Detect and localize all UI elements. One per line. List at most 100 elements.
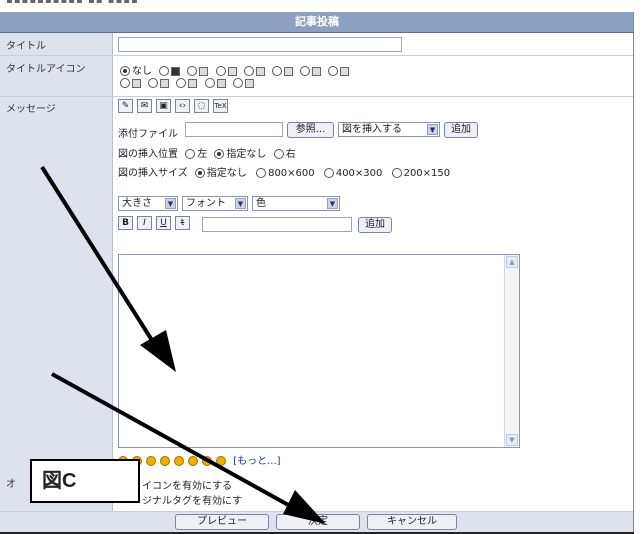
color-value: 色	[256, 198, 266, 209]
size-none-label: 指定なし	[206, 168, 247, 179]
title-icon-radio[interactable]	[271, 66, 282, 76]
chevron-down-icon: ▼	[165, 198, 176, 209]
size-400-label: 400×300	[335, 168, 383, 179]
right-border	[633, 12, 634, 532]
sheet-icon	[227, 66, 237, 76]
insert-figure-select[interactable]: 図を挿入する ▼	[338, 122, 440, 137]
title-input[interactable]	[118, 37, 402, 52]
divider	[0, 55, 634, 56]
position-row: 図の挿入位置 左 指定なし 右	[118, 145, 296, 160]
italic-button[interactable]: I	[137, 216, 152, 230]
size-400-radio[interactable]	[323, 168, 334, 178]
sheet-icon	[255, 66, 265, 76]
title-icon-radio[interactable]	[243, 66, 254, 76]
message-toolbar: ✎ ✉ ▣ ‹› ◌ TeX	[118, 99, 232, 113]
preview-button[interactable]: プレビュー	[175, 514, 269, 530]
window-icon	[216, 78, 226, 88]
code-icon[interactable]: ‹›	[175, 99, 190, 113]
format-buttons: BIUt	[118, 216, 194, 230]
speech-bubble-icon[interactable]: ◌	[194, 99, 209, 113]
strike-button[interactable]: t	[175, 216, 190, 230]
window-icon	[244, 78, 254, 88]
title-icon-none-label: なし	[132, 66, 152, 77]
emoji-icon[interactable]	[160, 456, 170, 466]
size-row: 図の挿入サイズ 指定なし 800×600 400×300 200×150	[118, 164, 450, 179]
window-icon	[132, 78, 141, 88]
top-strip: ▪▪▪▪▪▪▪▪▪▪ ▪▪ ▪▪▪▪	[0, 0, 642, 12]
title-icon-radio[interactable]	[187, 66, 198, 76]
insert-figure-value: 図を挿入する	[342, 124, 402, 135]
size-none-radio[interactable]	[194, 168, 205, 178]
title-icon-radio[interactable]	[204, 78, 215, 88]
size-200-label: 200×150	[403, 168, 451, 179]
message-textarea[interactable]: ▲ ▼	[118, 254, 520, 448]
font-family-select[interactable]: フォント ▼	[182, 196, 248, 211]
faint-heading: ▪▪▪▪▪▪▪▪▪▪ ▪▪ ▪▪▪▪	[6, 0, 139, 6]
title-icon-options-row1: なし	[120, 62, 353, 77]
scrollbar[interactable]: ▲ ▼	[504, 255, 519, 447]
option-tag-label: ジナルタグを有効にす	[142, 496, 243, 507]
title-icon-radio[interactable]	[159, 66, 170, 76]
option-icon-label: イコンを有効にする	[142, 481, 233, 492]
message-label: メッセージ	[6, 104, 56, 115]
size-200-radio[interactable]	[391, 168, 402, 178]
format-add-button[interactable]: 追加	[358, 217, 392, 233]
position-left-radio[interactable]	[185, 149, 196, 159]
title-label: タイトル	[6, 41, 46, 52]
pen-icon[interactable]: ✎	[118, 99, 133, 113]
cancel-button[interactable]: キャンセル	[367, 514, 457, 530]
mail-icon[interactable]: ✉	[137, 99, 152, 113]
chevron-down-icon: ▼	[427, 124, 438, 135]
position-label: 図の挿入位置	[118, 149, 178, 160]
emoji-icon[interactable]	[216, 456, 226, 466]
size-800-label: 800×600	[268, 168, 315, 179]
position-right-label: 右	[285, 149, 296, 160]
options-label: オ	[6, 479, 16, 490]
color-select[interactable]: 色 ▼	[252, 196, 340, 211]
grid-icon	[312, 66, 322, 76]
title-icon-label: タイトルアイコン	[6, 64, 86, 75]
title-icon-radio[interactable]	[176, 78, 187, 88]
emoji-icon[interactable]	[146, 456, 156, 466]
title-icon-radio[interactable]	[215, 66, 226, 76]
title-icon-none-radio[interactable]	[120, 66, 130, 76]
position-left-label: 左	[197, 149, 208, 160]
emoji-icon[interactable]	[174, 456, 184, 466]
submit-button[interactable]: 決定	[276, 514, 360, 530]
title-icon-radio[interactable]	[148, 78, 159, 88]
tex-icon[interactable]: TeX	[213, 99, 228, 113]
title-icon-radio[interactable]	[232, 78, 243, 88]
option-icon-row: イコンを有効にする	[142, 477, 232, 492]
scroll-up-icon[interactable]: ▲	[506, 256, 518, 268]
title-icon-radio[interactable]	[120, 78, 130, 88]
position-none-label: 指定なし	[226, 149, 267, 160]
font-size-select[interactable]: 大きさ ▼	[118, 196, 178, 211]
attach-add-button[interactable]: 追加	[444, 122, 478, 138]
browse-button[interactable]: 参照...	[287, 122, 334, 138]
exclaim-icon	[171, 66, 181, 76]
image-icon[interactable]: ▣	[156, 99, 171, 113]
chevron-down-icon: ▼	[327, 198, 338, 209]
underline-button[interactable]: U	[156, 216, 171, 230]
more-emoji-link[interactable]: [もっと...]	[233, 456, 280, 467]
font-size-value: 大きさ	[122, 198, 152, 209]
window-icon	[188, 78, 198, 88]
emoji-icon[interactable]	[202, 456, 212, 466]
chevron-down-icon: ▼	[235, 198, 246, 209]
emoji-row: [もっと...]	[118, 452, 281, 467]
size-800-radio[interactable]	[256, 168, 267, 178]
window-icon	[160, 78, 170, 88]
title-icon-radio[interactable]	[300, 66, 311, 76]
bold-button[interactable]: B	[118, 216, 133, 230]
format-text-input[interactable]	[202, 217, 352, 232]
title-icon-radio[interactable]	[328, 66, 339, 76]
picture-icon	[340, 66, 350, 76]
divider	[0, 96, 634, 97]
emoji-icon[interactable]	[188, 456, 198, 466]
scroll-down-icon[interactable]: ▼	[506, 434, 518, 446]
font-family-value: フォント	[186, 198, 226, 209]
position-none-radio[interactable]	[214, 149, 225, 159]
position-right-radio[interactable]	[273, 149, 284, 159]
attach-file-input[interactable]	[185, 122, 283, 137]
figure-callout: 図C	[30, 459, 140, 503]
